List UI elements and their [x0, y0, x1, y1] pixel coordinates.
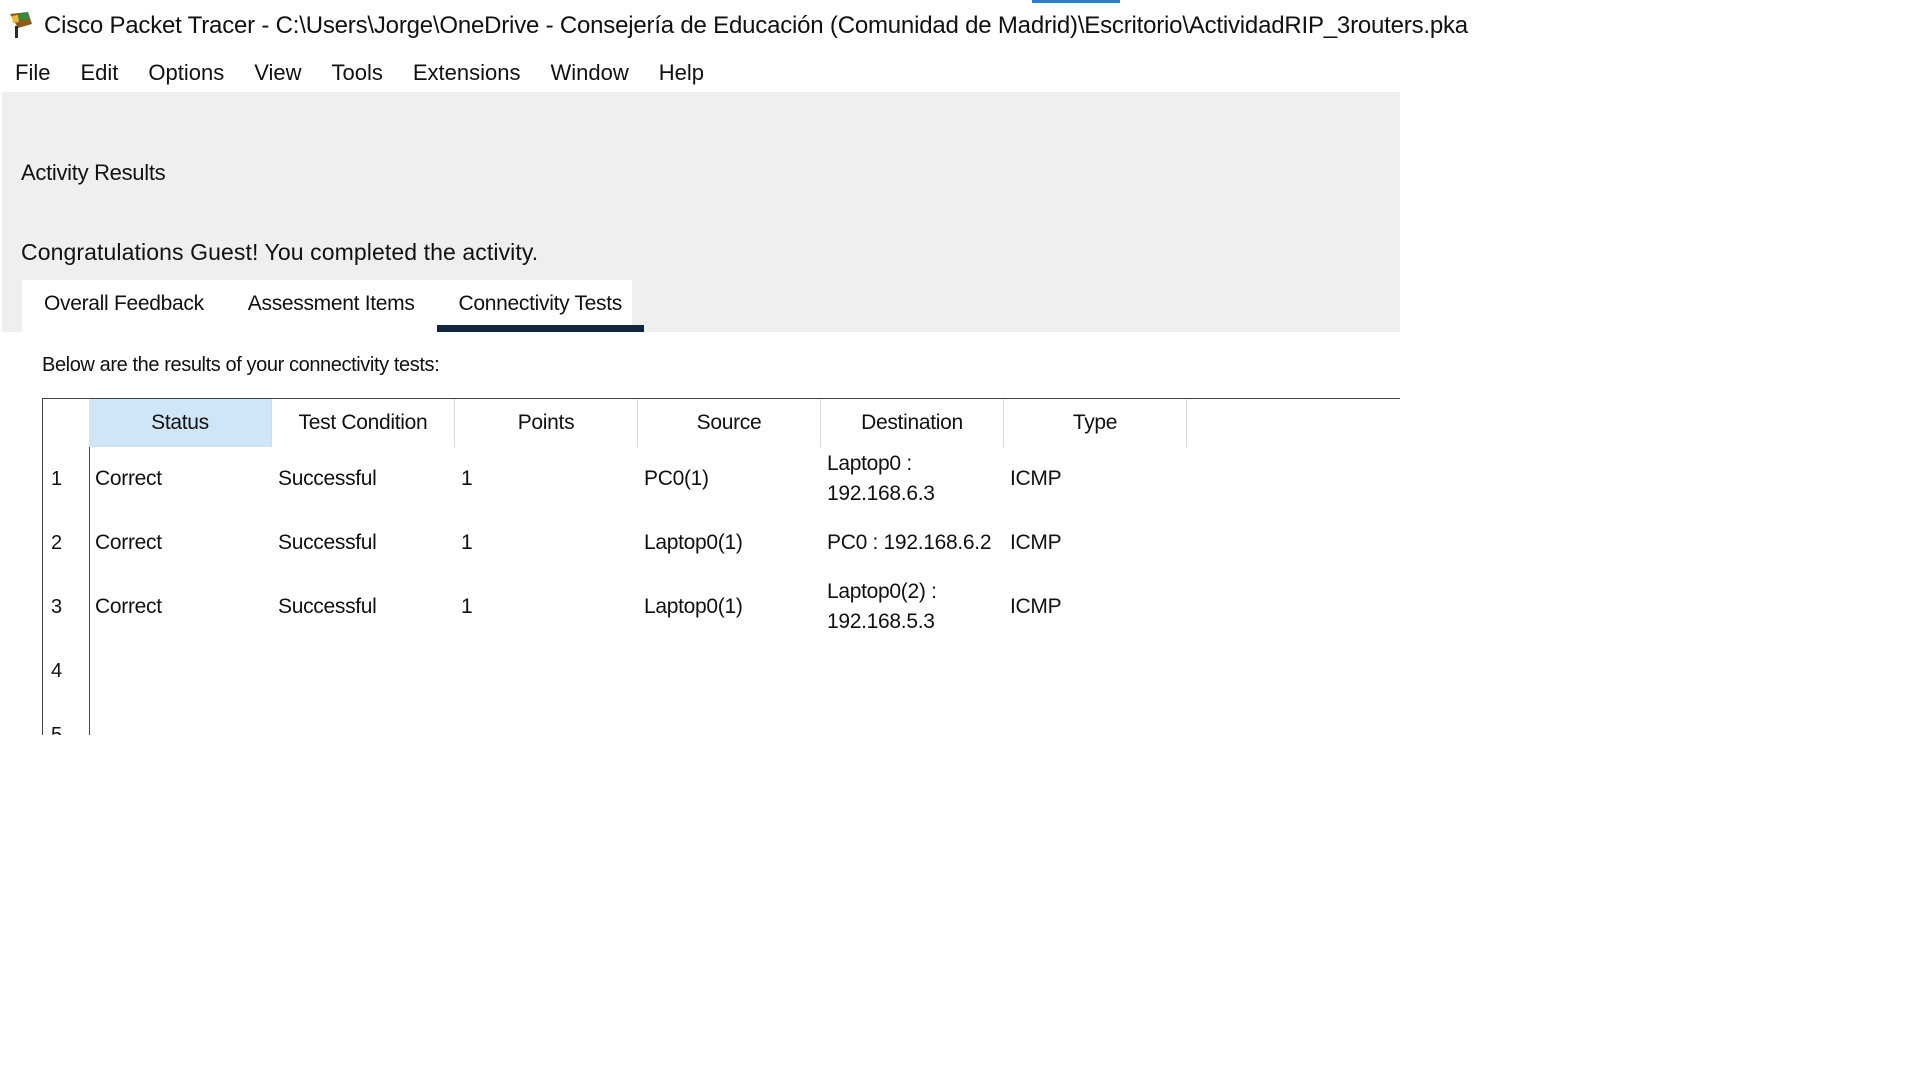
tab-assessment-items[interactable]: Assessment Items	[226, 280, 437, 332]
cell-condition: Successful	[278, 467, 377, 490]
column-header-points[interactable]: Points	[455, 399, 638, 447]
packet-tracer-app-icon	[10, 12, 32, 38]
menu-bar: File Edit Options View Tools Extensions Window…	[0, 56, 719, 90]
connectivity-intro-text: Below are the results of your connectivi…	[42, 354, 440, 376]
column-header-destination[interactable]: Destination	[821, 399, 1004, 447]
congratulations-message: Congratulations Guest! You completed the…	[21, 239, 539, 265]
menu-extensions[interactable]: Extensions	[398, 56, 536, 90]
row-number: 5	[51, 723, 63, 736]
table-row[interactable]: 2 Correct Successful 1 Laptop0(1) PC0 : 192.1…	[43, 511, 1187, 575]
cell-status: Correct	[95, 467, 162, 490]
cell-condition: Successful	[278, 595, 377, 618]
tab-connectivity-tests[interactable]: Connectivity Tests	[436, 280, 644, 332]
results-tab-bar: Overall Feedback Assessment Items Connecti…	[22, 280, 644, 332]
tab-overall-feedback[interactable]: Overall Feedback	[22, 280, 226, 332]
connectivity-results-table: Status Test Condition Points Source Destinat…	[42, 398, 1400, 735]
cell-destination: PC0 : 192.168.6.2	[827, 531, 992, 554]
window-title: Cisco Packet Tracer - C:\Users\Jorge\One…	[44, 12, 1468, 39]
cell-source: Laptop0(1)	[644, 531, 743, 554]
table-row[interactable]: 4	[43, 639, 1187, 703]
table-row[interactable]: 3 Correct Successful 1 Laptop0(1) Laptop0(2) …	[43, 575, 1187, 639]
column-header-test-condition[interactable]: Test Condition	[272, 399, 455, 447]
cell-type: ICMP	[1010, 467, 1062, 490]
cell-destination: Laptop0(2) : 192.168.5.3	[827, 580, 937, 633]
menu-options[interactable]: Options	[133, 56, 239, 90]
activity-results-heading: Activity Results	[21, 160, 166, 185]
row-number: 2	[51, 531, 63, 554]
table-row[interactable]: 1 Correct Successful 1 PC0(1) Laptop0 : 192.1…	[43, 447, 1187, 511]
cell-source: PC0(1)	[644, 467, 709, 490]
row-number: 3	[51, 595, 63, 618]
title-bar: Cisco Packet Tracer - C:\Users\Jorge\One…	[0, 0, 1468, 52]
row-number: 1	[51, 467, 63, 490]
menu-view[interactable]: View	[239, 56, 316, 90]
menu-tools[interactable]: Tools	[317, 56, 398, 90]
connectivity-tests-content: Below are the results of your connectivi…	[2, 332, 1400, 735]
cell-type: ICMP	[1010, 595, 1062, 618]
column-header-type[interactable]: Type	[1004, 399, 1187, 447]
row-number: 4	[51, 659, 63, 682]
cell-type: ICMP	[1010, 531, 1062, 554]
column-header-source[interactable]: Source	[638, 399, 821, 447]
cell-condition: Successful	[278, 531, 377, 554]
table-header: Status Test Condition Points Source Destinat…	[89, 399, 1187, 447]
menu-help[interactable]: Help	[644, 56, 719, 90]
cell-destination: Laptop0 : 192.168.6.3	[827, 452, 935, 505]
cell-points: 1	[461, 531, 473, 554]
menu-file[interactable]: File	[0, 56, 65, 90]
top-accent-bar	[1032, 0, 1120, 3]
cell-points: 1	[461, 595, 473, 618]
menu-window[interactable]: Window	[535, 56, 643, 90]
cell-points: 1	[461, 467, 473, 490]
table-row[interactable]: 5	[43, 703, 1187, 736]
activity-results-panel: Activity Results Congratulations Guest! …	[2, 92, 1400, 735]
cell-source: Laptop0(1)	[644, 595, 743, 618]
column-header-status[interactable]: Status	[89, 399, 272, 447]
cell-status: Correct	[95, 595, 162, 618]
menu-edit[interactable]: Edit	[65, 56, 133, 90]
cell-status: Correct	[95, 531, 162, 554]
